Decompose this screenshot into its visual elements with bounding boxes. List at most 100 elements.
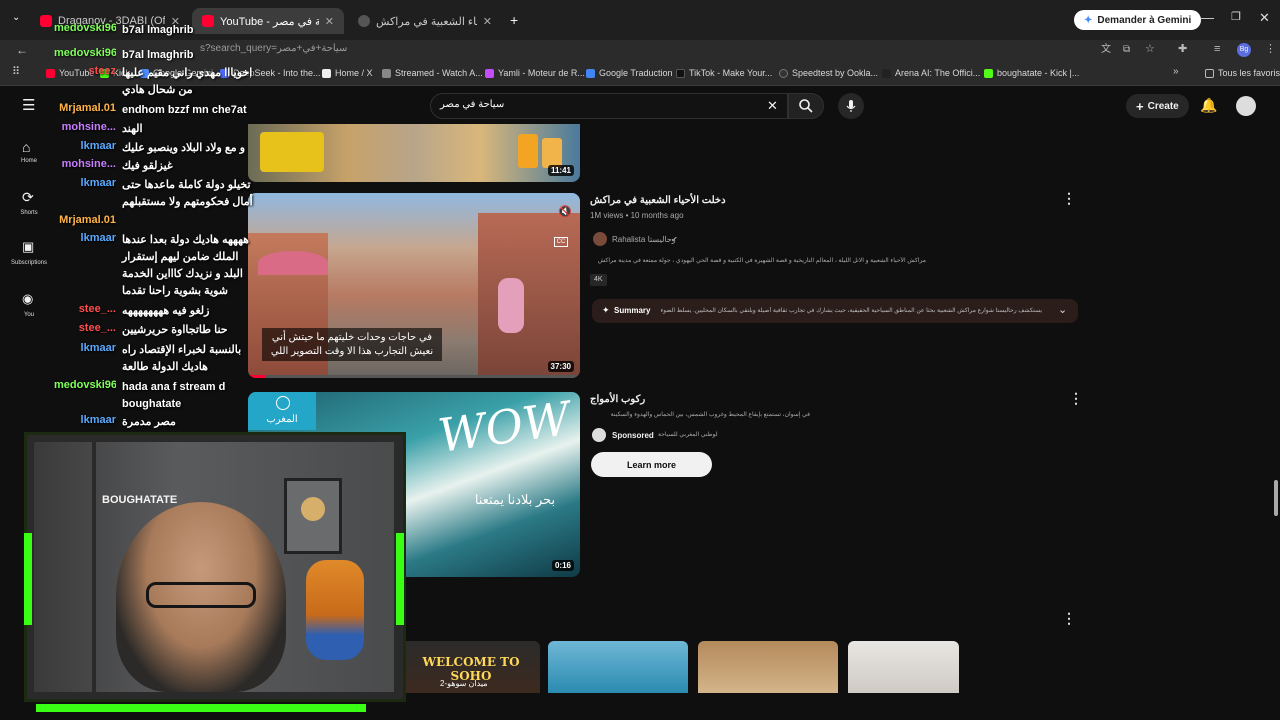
profile-avatar[interactable]: Bg bbox=[1237, 43, 1251, 57]
x-icon bbox=[322, 68, 331, 78]
cast-icon[interactable]: ⧉ bbox=[1123, 45, 1130, 55]
bookmark-x[interactable]: Home / X bbox=[322, 68, 373, 78]
plus-icon: + bbox=[1136, 98, 1144, 114]
chat-username[interactable]: medovski96 bbox=[54, 379, 116, 391]
medal-shape bbox=[301, 497, 325, 521]
video-title[interactable]: دخلت الأحياء الشعبية في مراكش bbox=[590, 195, 726, 206]
close-window-icon[interactable]: ✕ bbox=[1259, 10, 1270, 26]
chat-username[interactable]: medovski96 bbox=[54, 47, 116, 59]
juice-cup-shape bbox=[518, 134, 538, 168]
tab-3[interactable]: دخلت الأحياء الشعبية في مراكش ✕ bbox=[348, 8, 502, 34]
video-thumbnail[interactable]: 11:41 bbox=[248, 124, 580, 182]
search-input[interactable]: سياحة في مصر bbox=[440, 99, 504, 110]
chat-text: بالنسبة لخبراء الإقتصاد راه هاديك الدولة… bbox=[122, 344, 242, 373]
page-scrollbar[interactable] bbox=[1274, 480, 1278, 516]
frame-accent bbox=[396, 533, 404, 625]
restore-icon[interactable]: ❐ bbox=[1231, 10, 1241, 23]
create-button[interactable]: + Create bbox=[1126, 94, 1189, 118]
bookmark-yamli[interactable]: Yamli - Moteur de R... bbox=[485, 68, 585, 78]
chat-text: تخيلو دولة كاملة ماعدها حتى أمال فحكومته… bbox=[122, 179, 253, 208]
arena-icon bbox=[882, 68, 891, 78]
minimize-icon[interactable]: — bbox=[1201, 10, 1214, 25]
chat-text: ههههه هاديك دولة بعدا عندها الملك ضامن ل… bbox=[122, 234, 249, 297]
summary-text: يستكشف رحاليستا شوارع مراكش الشعبية بحثا… bbox=[660, 308, 1042, 314]
chat-username[interactable]: lkmaar bbox=[54, 414, 116, 426]
channel-name[interactable]: Rahalista رحاليستا bbox=[612, 235, 676, 244]
account-avatar[interactable] bbox=[1236, 96, 1256, 116]
video-duration: 37:30 bbox=[547, 361, 574, 372]
ad-menu-icon[interactable]: ⋮ bbox=[1069, 390, 1083, 407]
chat-username[interactable]: lkmaar bbox=[54, 177, 116, 189]
chat-username[interactable]: lkmaar bbox=[54, 232, 116, 244]
chat-username[interactable]: mohsine... bbox=[54, 121, 116, 133]
chat-text: endhom bzzf mn che7at bbox=[122, 104, 247, 116]
chevron-down-icon[interactable]: ⌄ bbox=[1058, 303, 1067, 316]
bookmark-label: Tous les favoris bbox=[1218, 68, 1280, 78]
bookmark-streamed[interactable]: Streamed - Watch A... bbox=[382, 68, 483, 78]
closed-captions-icon[interactable]: CC bbox=[554, 237, 568, 247]
loading-favicon-icon bbox=[358, 15, 370, 27]
shorts-menu-icon[interactable]: ⋮ bbox=[1062, 610, 1076, 627]
new-tab-button[interactable]: + bbox=[510, 13, 518, 27]
bookmark-google-traduction[interactable]: Google Traduction bbox=[586, 68, 673, 78]
short-thumbnail[interactable] bbox=[548, 641, 688, 693]
chat-username[interactable]: medovski96 bbox=[54, 22, 116, 34]
bookmark-speedtest[interactable]: Speedtest by Ookla... bbox=[779, 68, 878, 78]
extensions-icon[interactable]: ✚ bbox=[1178, 44, 1187, 55]
create-label: Create bbox=[1147, 100, 1179, 112]
chat-username[interactable]: mohsine... bbox=[54, 158, 116, 170]
video-duration: 11:41 bbox=[547, 165, 574, 176]
close-tab-icon[interactable]: ✕ bbox=[325, 15, 334, 28]
translate-icon[interactable]: 文 bbox=[1101, 45, 1111, 55]
ad-headline: WOW bbox=[434, 392, 574, 463]
chat-username[interactable]: Mrjamal.01 bbox=[54, 214, 116, 226]
ad-title[interactable]: ركوب الأمواج bbox=[590, 394, 645, 405]
frame-accent bbox=[36, 704, 366, 712]
badge-4k: 4K bbox=[590, 274, 607, 286]
sponsor-avatar[interactable] bbox=[592, 428, 606, 442]
summary-label: Summary bbox=[614, 306, 651, 315]
gemini-button[interactable]: ✦ Demander à Gemini bbox=[1074, 10, 1202, 30]
more-bookmarks-icon[interactable]: » bbox=[1173, 67, 1179, 77]
short-thumbnail[interactable] bbox=[848, 641, 959, 693]
chat-text: و مع ولاد البلاد وينصبو عليك bbox=[122, 142, 246, 154]
chat-username[interactable]: stee_... bbox=[54, 303, 116, 315]
ai-summary-bar[interactable]: ✦ Summary يستكشف رحاليستا شوارع مراكش ال… bbox=[592, 299, 1078, 323]
clear-search-icon[interactable]: ✕ bbox=[767, 99, 778, 112]
sponsor-name[interactable]: المكتب الوطني المغربي للسياحة bbox=[658, 431, 718, 438]
streamed-icon bbox=[382, 68, 391, 78]
chat-text: b7al lmaghrib bbox=[122, 24, 194, 36]
mute-icon[interactable]: 🔇 bbox=[558, 205, 572, 218]
chat-username[interactable]: stee_... bbox=[54, 322, 116, 334]
stream-chat-overlay: medovski96 b7al lmaghrib medovski96 b7al lm… bbox=[0, 14, 260, 428]
bookmark-arena[interactable]: Arena AI: The Offici... bbox=[882, 68, 980, 78]
folder-icon bbox=[1205, 68, 1214, 78]
bookmark-label: Google Traduction bbox=[599, 68, 673, 78]
all-bookmarks[interactable]: Tous les favoris bbox=[1205, 68, 1280, 78]
chat-username[interactable]: lkmaar bbox=[54, 342, 116, 354]
verified-icon: ✔ bbox=[671, 235, 678, 244]
chat-text: مصر مدمرة bbox=[122, 416, 176, 428]
notifications-bell-icon[interactable]: 🔔 bbox=[1200, 98, 1217, 112]
video-menu-icon[interactable]: ⋮ bbox=[1062, 190, 1076, 207]
close-tab-icon[interactable]: ✕ bbox=[483, 15, 492, 28]
chat-username[interactable]: lkmaar bbox=[54, 140, 116, 152]
umbrella-shape bbox=[258, 251, 328, 275]
ad-description: في إسوان، تستمتع بإيقاع المحيط وغروب الش… bbox=[610, 412, 810, 418]
bookmark-boughatate-kick[interactable]: boughatate - Kick |... bbox=[984, 68, 1079, 78]
bookmark-star-icon[interactable]: ☆ bbox=[1145, 44, 1155, 55]
brand-logo-icon bbox=[276, 396, 290, 410]
video-thumbnail[interactable]: 🔇 CC في حاجات وحدات خليتهم ما حيتش أني ن… bbox=[248, 193, 580, 378]
bookmark-tiktok[interactable]: TikTok - Make Your... bbox=[676, 68, 772, 78]
bookmark-label: Arena AI: The Offici... bbox=[895, 68, 981, 78]
learn-more-button[interactable]: Learn more bbox=[591, 452, 712, 477]
menu-dots-icon[interactable]: ⋮ bbox=[1265, 44, 1276, 55]
short-thumbnail[interactable]: WELCOME TO SOHO 2-ميدان سوهو bbox=[400, 641, 540, 693]
video-description: مراكش الأحياء الشعبية و الانل الليلة ، ا… bbox=[597, 258, 926, 264]
chat-username[interactable]: steez bbox=[54, 65, 116, 77]
chat-username[interactable]: Mrjamal.01 bbox=[54, 102, 116, 114]
short-thumbnail[interactable] bbox=[698, 641, 838, 693]
channel-avatar[interactable] bbox=[593, 232, 607, 246]
gemini-button-label: Demander à Gemini bbox=[1097, 14, 1192, 26]
media-icon[interactable]: ≡ bbox=[1214, 44, 1220, 55]
